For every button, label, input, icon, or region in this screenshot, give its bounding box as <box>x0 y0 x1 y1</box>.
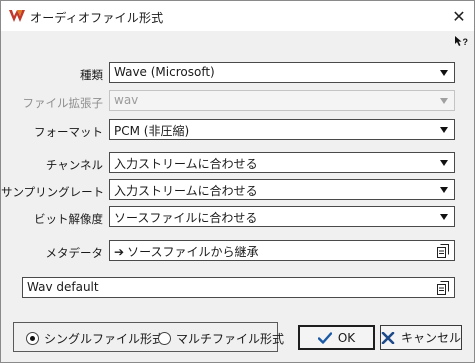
single-file-label: シングルファイル形式 <box>44 332 165 346</box>
sample-rate-dropdown[interactable]: 入力ストリームに合わせる <box>109 179 455 200</box>
single-file-radio[interactable]: シングルファイル形式 <box>26 330 164 347</box>
preset-menu-icon[interactable] <box>437 281 449 295</box>
chevron-down-icon <box>440 187 448 193</box>
close-icon: ✕ <box>452 6 466 26</box>
chevron-down-icon <box>440 70 448 76</box>
metadata-label: メタデータ <box>45 246 104 260</box>
chevron-down-icon <box>440 160 448 166</box>
bit-depth-dropdown[interactable]: ソースファイルに合わせる <box>109 206 455 227</box>
file-mode-group: シングルファイル形式 マルチファイル形式 <box>13 322 284 352</box>
radio-unchecked-icon <box>158 332 171 345</box>
type-dropdown[interactable]: Wave (Microsoft) <box>109 62 455 83</box>
window-title: オーディオファイル形式 <box>30 11 164 25</box>
checkmark-icon <box>317 331 332 344</box>
radio-checked-icon <box>26 332 39 345</box>
sample-rate-value: 入力ストリームに合わせる <box>114 184 258 198</box>
chevron-down-icon <box>440 98 448 104</box>
format-dropdown[interactable]: PCM (非圧縮) <box>109 119 455 140</box>
multi-file-radio[interactable]: マルチファイル形式 <box>158 330 284 347</box>
context-help-icon[interactable]: ? <box>454 35 468 47</box>
preset-field[interactable]: Wav default <box>22 277 455 298</box>
ok-label: OK <box>337 330 356 345</box>
file-extension-label: ファイル拡張子 <box>22 96 104 110</box>
ok-button[interactable]: OK <box>298 325 375 350</box>
format-label: フォーマット <box>34 125 103 139</box>
type-value: Wave (Microsoft) <box>114 65 215 79</box>
file-extension-value: wav <box>114 93 139 107</box>
cancel-label: キャンセル <box>401 331 462 345</box>
type-label: 種類 <box>80 68 103 82</box>
channels-label: チャンネル <box>45 158 103 172</box>
metadata-field[interactable]: ➔ ソースファイルから継承 <box>109 240 455 261</box>
preset-menu-icon[interactable] <box>437 244 449 258</box>
close-button[interactable]: ✕ <box>444 1 474 31</box>
file-extension-dropdown: wav <box>109 90 455 111</box>
channels-value: 入力ストリームに合わせる <box>114 157 258 171</box>
title-bar: オーディオファイル形式 ✕ <box>1 1 474 31</box>
chevron-down-icon <box>440 214 448 220</box>
chevron-down-icon <box>440 127 448 133</box>
arrow-right-icon: ➔ <box>114 245 125 259</box>
dialog-window: オーディオファイル形式 ✕ ? 種類 Wave (Microsoft) ファイル… <box>0 0 475 363</box>
bit-depth-label: ビット解像度 <box>34 212 103 226</box>
app-logo-icon <box>9 10 25 22</box>
cancel-button[interactable]: キャンセル <box>380 325 462 350</box>
multi-file-label: マルチファイル形式 <box>176 332 285 346</box>
preset-value: Wav default <box>27 280 99 294</box>
channels-dropdown[interactable]: 入力ストリームに合わせる <box>109 152 455 173</box>
cross-icon <box>381 331 395 344</box>
metadata-value: ソースファイルから継承 <box>127 245 259 259</box>
format-value: PCM (非圧縮) <box>114 124 190 138</box>
sample-rate-label: サンプリングレート <box>1 185 105 199</box>
bit-depth-value: ソースファイルに合わせる <box>114 211 258 225</box>
svg-text:?: ? <box>463 37 469 47</box>
